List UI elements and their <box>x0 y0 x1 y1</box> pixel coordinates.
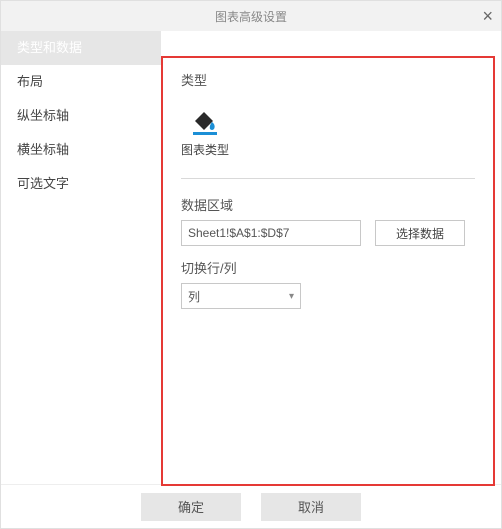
main-panel: 类型 图表类型 数据区域 选择数据 <box>161 31 501 484</box>
sidebar-item-horizontal-axis[interactable]: 横坐标轴 <box>1 133 161 167</box>
sidebar-item-layout[interactable]: 布局 <box>1 65 161 99</box>
titlebar: 图表高级设置 × <box>1 1 501 31</box>
sidebar-item-alt-text[interactable]: 可选文字 <box>1 167 161 201</box>
sidebar-item-label: 布局 <box>17 74 43 89</box>
switch-rowcol-row: 列 ▾ <box>181 283 475 309</box>
select-data-button[interactable]: 选择数据 <box>375 220 465 246</box>
dialog-body: 类型和数据 布局 纵坐标轴 横坐标轴 可选文字 类型 <box>1 31 501 484</box>
sidebar: 类型和数据 布局 纵坐标轴 横坐标轴 可选文字 <box>1 31 161 484</box>
chart-type-caption: 图表类型 <box>181 141 229 158</box>
close-icon[interactable]: × <box>482 1 493 31</box>
highlighted-region: 类型 图表类型 数据区域 选择数据 <box>161 56 495 486</box>
data-range-label: 数据区域 <box>181 195 475 214</box>
chart-advanced-settings-dialog: 图表高级设置 × 类型和数据 布局 纵坐标轴 横坐标轴 可选文字 类型 <box>0 0 502 529</box>
footer: 确定 取消 <box>1 484 501 528</box>
switch-rowcol-label: 切换行/列 <box>181 258 475 277</box>
dialog-title: 图表高级设置 <box>215 8 287 25</box>
sidebar-item-vertical-axis[interactable]: 纵坐标轴 <box>1 99 161 133</box>
switch-rowcol-select[interactable]: 列 ▾ <box>181 283 301 309</box>
data-range-row: 选择数据 <box>181 220 475 246</box>
type-section-label: 类型 <box>181 70 475 89</box>
sidebar-item-label: 类型和数据 <box>17 40 82 55</box>
ok-button[interactable]: 确定 <box>141 493 241 521</box>
sidebar-item-label: 横坐标轴 <box>17 142 69 157</box>
chart-type-button[interactable]: 图表类型 <box>181 107 229 158</box>
cancel-button[interactable]: 取消 <box>261 493 361 521</box>
divider <box>181 178 475 179</box>
sidebar-item-label: 纵坐标轴 <box>17 108 69 123</box>
paint-bucket-icon <box>189 107 221 135</box>
sidebar-item-label: 可选文字 <box>17 176 69 191</box>
chevron-down-icon: ▾ <box>289 291 294 302</box>
sidebar-item-type-and-data[interactable]: 类型和数据 <box>1 31 161 65</box>
switch-rowcol-value: 列 <box>188 288 200 305</box>
data-range-input[interactable] <box>181 220 361 246</box>
